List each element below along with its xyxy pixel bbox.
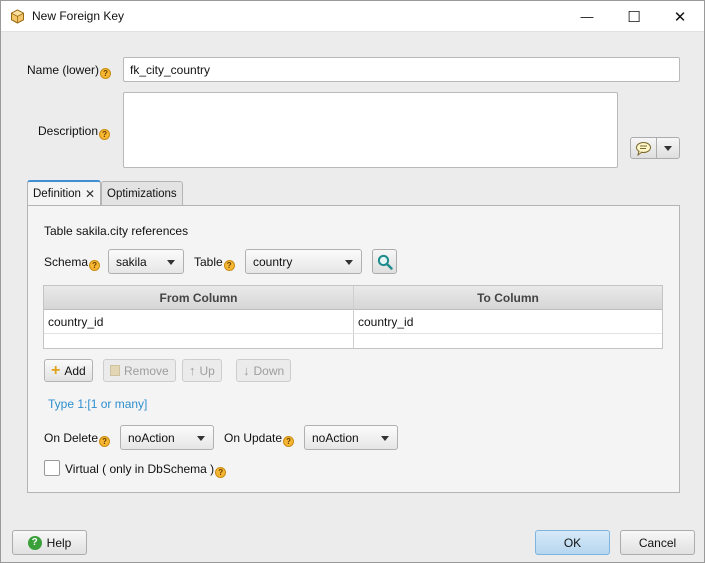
- table-select[interactable]: country: [245, 249, 362, 274]
- name-label-text: Name (lower): [27, 63, 100, 77]
- chevron-down-icon: [345, 260, 353, 265]
- type-link[interactable]: Type 1:[1 or many]: [48, 397, 147, 411]
- table-select-value: country: [253, 254, 293, 269]
- comment-dropdown-button[interactable]: [656, 137, 680, 159]
- table-label: Table?: [194, 255, 235, 271]
- row-divider: [44, 333, 662, 334]
- app-icon: [10, 9, 25, 24]
- close-icon[interactable]: ✕: [85, 187, 95, 201]
- table-cell-to[interactable]: country_id: [354, 311, 662, 333]
- help-icon: ?: [27, 535, 42, 550]
- references-text: Table sakila.city references: [44, 224, 189, 238]
- search-icon: [377, 254, 393, 270]
- virtual-label: Virtual ( only in DbSchema )?: [65, 462, 227, 478]
- name-input-value: fk_city_country: [130, 62, 211, 77]
- ok-button-label: OK: [563, 535, 582, 550]
- comment-icon: [636, 141, 651, 156]
- close-button[interactable]: ✕: [657, 1, 703, 32]
- chevron-down-icon: [197, 436, 205, 441]
- help-icon[interactable]: ?: [99, 129, 111, 140]
- add-button[interactable]: + Add: [44, 359, 93, 382]
- up-button-label: Up: [199, 363, 215, 378]
- description-label-text: Description: [38, 124, 99, 138]
- help-icon[interactable]: ?: [100, 68, 112, 79]
- up-button[interactable]: ↑ Up: [182, 359, 222, 382]
- tab-optimizations[interactable]: Optimizations: [101, 181, 183, 206]
- chevron-down-icon: [664, 145, 672, 151]
- cancel-button[interactable]: Cancel: [620, 530, 695, 555]
- search-table-button[interactable]: [372, 249, 397, 274]
- help-button[interactable]: ? Help: [12, 530, 87, 555]
- description-textarea[interactable]: [123, 92, 618, 168]
- on-update-select[interactable]: noAction: [304, 425, 398, 450]
- description-label: Description?: [38, 124, 111, 140]
- help-icon[interactable]: ?: [215, 467, 227, 478]
- down-arrow-icon: ↓: [243, 363, 250, 378]
- title-bar: New Foreign Key — ☐ ✕: [1, 1, 704, 32]
- schema-select[interactable]: sakila: [108, 249, 184, 274]
- remove-button-label: Remove: [124, 363, 169, 378]
- down-button-label: Down: [253, 363, 285, 378]
- window-title: New Foreign Key: [32, 9, 125, 23]
- down-button[interactable]: ↓ Down: [236, 359, 292, 382]
- schema-select-value: sakila: [116, 254, 147, 269]
- schema-label: Schema?: [44, 255, 101, 271]
- schema-label-text: Schema: [44, 255, 89, 269]
- help-icon[interactable]: ?: [99, 436, 111, 447]
- on-delete-select[interactable]: noAction: [120, 425, 214, 450]
- help-icon[interactable]: ?: [223, 260, 235, 271]
- help-icon[interactable]: ?: [89, 260, 101, 271]
- tab-definition[interactable]: Definition ✕: [27, 180, 102, 206]
- maximize-button[interactable]: ☐: [611, 1, 657, 32]
- column-header-to[interactable]: To Column: [354, 286, 662, 310]
- chevron-down-icon: [167, 260, 175, 265]
- minimize-icon: —: [580, 9, 594, 24]
- on-update-select-value: noAction: [312, 430, 359, 445]
- on-delete-select-value: noAction: [128, 430, 175, 445]
- name-input[interactable]: fk_city_country: [123, 57, 680, 82]
- help-button-label: Help: [46, 535, 72, 550]
- minimize-button[interactable]: —: [564, 1, 610, 32]
- comment-button[interactable]: [630, 137, 657, 159]
- maximize-icon: ☐: [627, 8, 641, 26]
- up-arrow-icon: ↑: [189, 363, 196, 378]
- remove-icon: [110, 365, 120, 376]
- on-update-label: On Update?: [224, 431, 295, 447]
- add-button-label: Add: [64, 363, 86, 378]
- table-label-text: Table: [194, 255, 223, 269]
- dialog-window: New Foreign Key — ☐ ✕ Name (lower)? fk_c…: [0, 0, 705, 563]
- name-label: Name (lower)?: [27, 63, 112, 79]
- on-delete-label: On Delete?: [44, 431, 111, 447]
- virtual-label-text: Virtual ( only in DbSchema ): [65, 462, 215, 476]
- help-icon[interactable]: ?: [283, 436, 295, 447]
- tab-definition-label: Definition: [33, 188, 81, 200]
- columns-table: From Column To Column country_id country…: [43, 285, 663, 349]
- on-delete-label-text: On Delete: [44, 431, 99, 445]
- chevron-down-icon: [381, 436, 389, 441]
- ok-button[interactable]: OK: [535, 530, 610, 555]
- add-icon: +: [51, 361, 61, 379]
- close-icon: ✕: [673, 8, 687, 26]
- virtual-checkbox[interactable]: [44, 460, 60, 476]
- on-update-label-text: On Update: [224, 431, 283, 445]
- column-header-from[interactable]: From Column: [44, 286, 353, 310]
- table-cell-from[interactable]: country_id: [44, 311, 353, 333]
- remove-button[interactable]: Remove: [103, 359, 176, 382]
- tab-optimizations-label: Optimizations: [107, 188, 177, 200]
- cancel-button-label: Cancel: [638, 535, 677, 550]
